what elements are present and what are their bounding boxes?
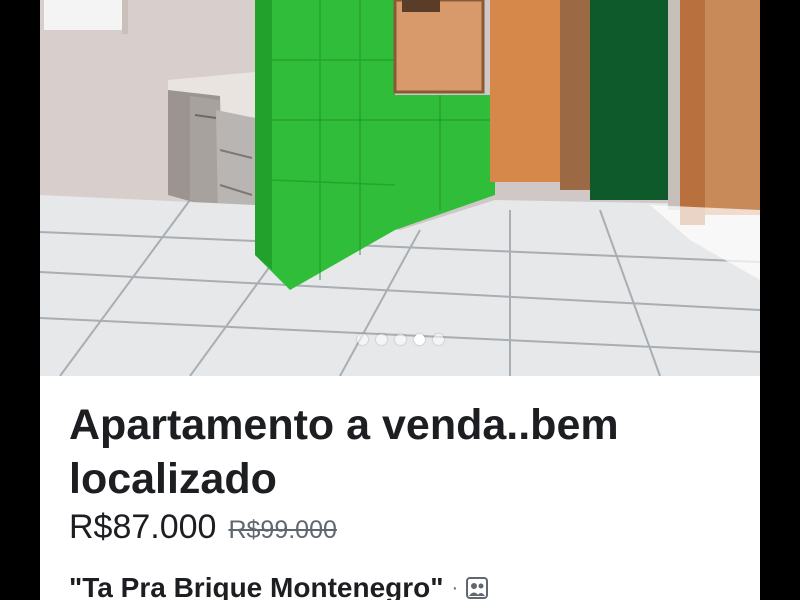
carousel-dot[interactable] <box>356 334 368 345</box>
listing-photo[interactable] <box>40 0 760 376</box>
listing-title: Apartamento a venda..bem localizado <box>69 401 619 503</box>
seller-row: "Ta Pra Brique Montenegro" · <box>69 572 489 600</box>
screen: Apartamento a venda..bem localizado R$87… <box>0 0 800 600</box>
carousel-dot-active[interactable] <box>413 334 425 345</box>
listing-card: Apartamento a venda..bem localizado R$87… <box>40 0 760 600</box>
seller-group-link[interactable]: "Ta Pra Brique Montenegro" <box>69 572 444 600</box>
apartment-photo <box>40 0 760 376</box>
listing-price: R$87.000 <box>69 508 217 546</box>
carousel-dot[interactable] <box>432 334 444 345</box>
carousel-dot[interactable] <box>375 334 387 345</box>
price-row: R$87.000 R$99.000 <box>69 508 337 547</box>
group-icon <box>466 577 489 599</box>
original-price: R$99.000 <box>228 516 337 544</box>
separator: · <box>451 576 459 599</box>
carousel-indicator <box>40 334 760 345</box>
carousel-dot[interactable] <box>394 334 406 345</box>
